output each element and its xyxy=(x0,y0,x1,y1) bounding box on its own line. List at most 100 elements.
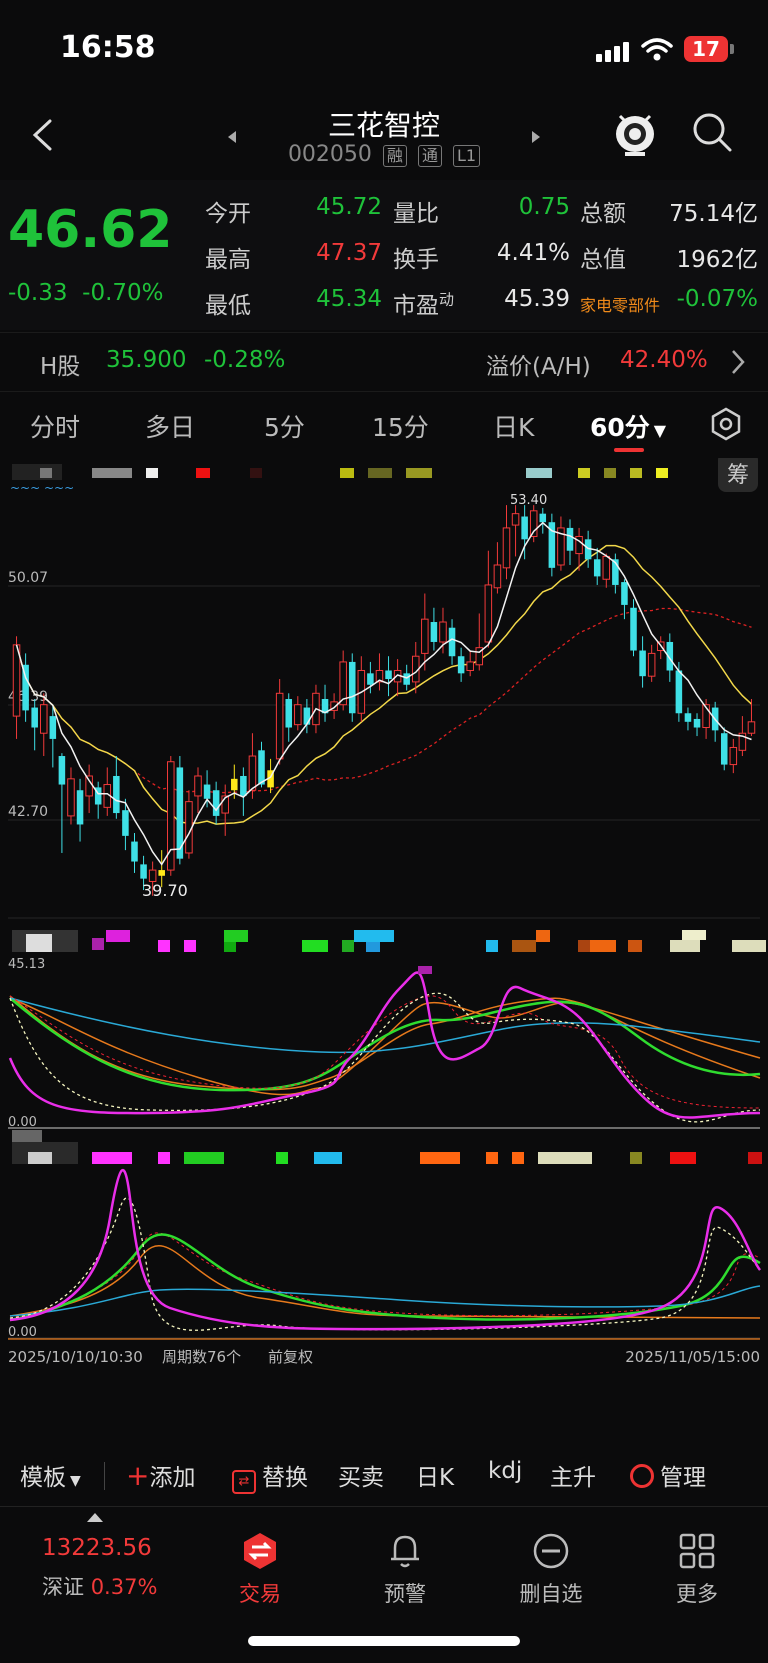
candle-body xyxy=(39,704,48,734)
manage-icon xyxy=(630,1464,654,1488)
premium-value: 42.40% xyxy=(620,347,708,373)
candle-body xyxy=(275,692,284,760)
settings-icon[interactable] xyxy=(708,406,744,442)
index-row[interactable]: 深证 0.37% xyxy=(42,1571,157,1601)
mascot-icon[interactable] xyxy=(610,104,660,160)
candle-body xyxy=(303,707,311,725)
h-share-price: 35.900 xyxy=(106,347,187,373)
tab-5min[interactable]: 5分 xyxy=(264,408,305,444)
label-volume-ratio: 量比 xyxy=(393,201,439,227)
replace-button[interactable]: ⇄ 替换 xyxy=(232,1458,308,1494)
tab-daily[interactable]: 日K xyxy=(493,408,534,444)
search-icon[interactable] xyxy=(690,110,734,154)
candle-body xyxy=(285,699,292,728)
index-name: 深证 xyxy=(42,1575,84,1599)
quote-panel: 46.62 -0.33 -0.70% 今开 45.72 量比 0.75 总额 7… xyxy=(0,180,768,330)
value-turnover: 4.41% xyxy=(496,240,570,266)
axis-label-low: 42.70 xyxy=(8,804,48,820)
tab-15min[interactable]: 15分 xyxy=(372,408,429,444)
candle-body xyxy=(140,864,147,879)
candle-body xyxy=(348,661,356,714)
sector-pct[interactable]: -0.07% xyxy=(660,286,758,312)
candle-body xyxy=(85,775,93,797)
tab-underline xyxy=(614,448,644,452)
kline-chart[interactable]: 筹 ~~~ ~~~ 50.07 46.39 42.70 39.70 53.40 xyxy=(0,458,768,1438)
candle-body xyxy=(448,627,456,657)
tab-multi-day[interactable]: 多日 xyxy=(145,408,195,444)
candle-body xyxy=(76,790,84,825)
period-tabs: 分时 多日 5分 15分 日K 60分 ▼ xyxy=(0,392,768,456)
candle-body xyxy=(511,513,520,526)
label-low: 最低 xyxy=(205,293,251,319)
change-value: -0.33 xyxy=(8,280,68,306)
grid-icon xyxy=(679,1533,715,1569)
candle-body xyxy=(113,775,120,814)
daily-k-button[interactable]: 日K xyxy=(416,1458,454,1492)
nav-alert[interactable]: 预警 xyxy=(350,1531,460,1608)
minus-circle-icon xyxy=(533,1533,569,1569)
h-share-bar[interactable]: H股 35.900 -0.28% 溢价(A/H) 42.40% xyxy=(0,332,768,392)
candle-body xyxy=(231,778,238,791)
candle-body xyxy=(439,621,447,643)
nav-more[interactable]: 更多 xyxy=(642,1531,752,1608)
value-volume-ratio: 0.75 xyxy=(518,194,570,220)
zhusheng-button[interactable]: 主升 xyxy=(550,1458,596,1492)
status-time: 16:58 xyxy=(60,30,156,65)
last-price: 46.62 xyxy=(8,200,173,260)
tab-60min[interactable]: 60分 ▼ xyxy=(590,408,666,444)
axis-label-top: 50.07 xyxy=(8,570,48,586)
home-indicator xyxy=(248,1636,520,1646)
candle-body xyxy=(430,622,438,642)
time-start-label: 2025/10/10/10:30 xyxy=(8,1348,143,1366)
tag-level: L1 xyxy=(452,145,481,167)
candle-body xyxy=(194,775,202,797)
trade-button[interactable]: 买卖 xyxy=(338,1458,384,1492)
swap-icon: ⇄ xyxy=(232,1470,256,1494)
sector-name[interactable]: 家电零部件 xyxy=(580,292,660,316)
chips-button[interactable]: 筹 xyxy=(718,458,758,492)
stock-header: 三花智控 002050 融 通 L1 xyxy=(0,92,768,178)
kdj-button[interactable]: kdj xyxy=(488,1458,522,1484)
plus-icon: + xyxy=(126,1459,150,1492)
manage-button[interactable]: 管理 xyxy=(630,1458,706,1492)
value-market-cap: 1962亿 xyxy=(676,247,758,273)
candle-body xyxy=(212,790,220,816)
time-end-label: 2025/11/05/15:00 xyxy=(625,1348,760,1366)
candle-body xyxy=(493,564,502,589)
candle-body xyxy=(502,527,511,569)
battery-icon: 17 xyxy=(684,36,734,62)
candle-body xyxy=(294,704,302,726)
candle-body xyxy=(484,584,493,643)
template-button[interactable]: 模板 ▼ xyxy=(20,1458,81,1492)
value-low: 45.34 xyxy=(316,286,382,312)
candle-body xyxy=(729,746,738,766)
low-marker: 39.70 xyxy=(142,881,188,900)
price-change: -0.33 -0.70% xyxy=(8,280,164,306)
chips-label: 筹 xyxy=(727,463,749,488)
tab-intraday[interactable]: 分时 xyxy=(30,408,80,444)
nav-remove-watch[interactable]: 删自选 xyxy=(496,1531,606,1608)
signal-icon xyxy=(596,40,636,62)
candle-body xyxy=(58,756,66,785)
candle-body xyxy=(720,733,728,765)
chevron-right-icon[interactable] xyxy=(730,349,746,375)
h-share-pct: -0.28% xyxy=(204,347,286,373)
candle-body xyxy=(240,775,247,796)
tag-connect: 通 xyxy=(417,145,442,167)
chart-toolbar: 模板 ▼ +添加 ⇄ 替换 买卖 日K kdj 主升 管理 xyxy=(0,1452,768,1496)
candle-body xyxy=(539,513,547,523)
nav-trade[interactable]: 交易 xyxy=(205,1531,315,1608)
candle-body xyxy=(385,670,392,680)
candle-body xyxy=(258,750,265,785)
index-value[interactable]: 13223.56 xyxy=(42,1535,152,1561)
candle-body xyxy=(747,721,756,734)
ma-legend: ~~~ ~~~ xyxy=(10,481,74,495)
add-button[interactable]: +添加 xyxy=(126,1458,195,1492)
adjust-label[interactable]: 前复权 xyxy=(268,1348,313,1366)
candle-body xyxy=(593,559,601,577)
indicator1-zero-label: 0.00 xyxy=(8,1115,37,1130)
candle-body xyxy=(566,527,574,551)
candle-body xyxy=(684,713,692,722)
candle-body xyxy=(158,870,165,876)
candle-body xyxy=(693,718,701,728)
